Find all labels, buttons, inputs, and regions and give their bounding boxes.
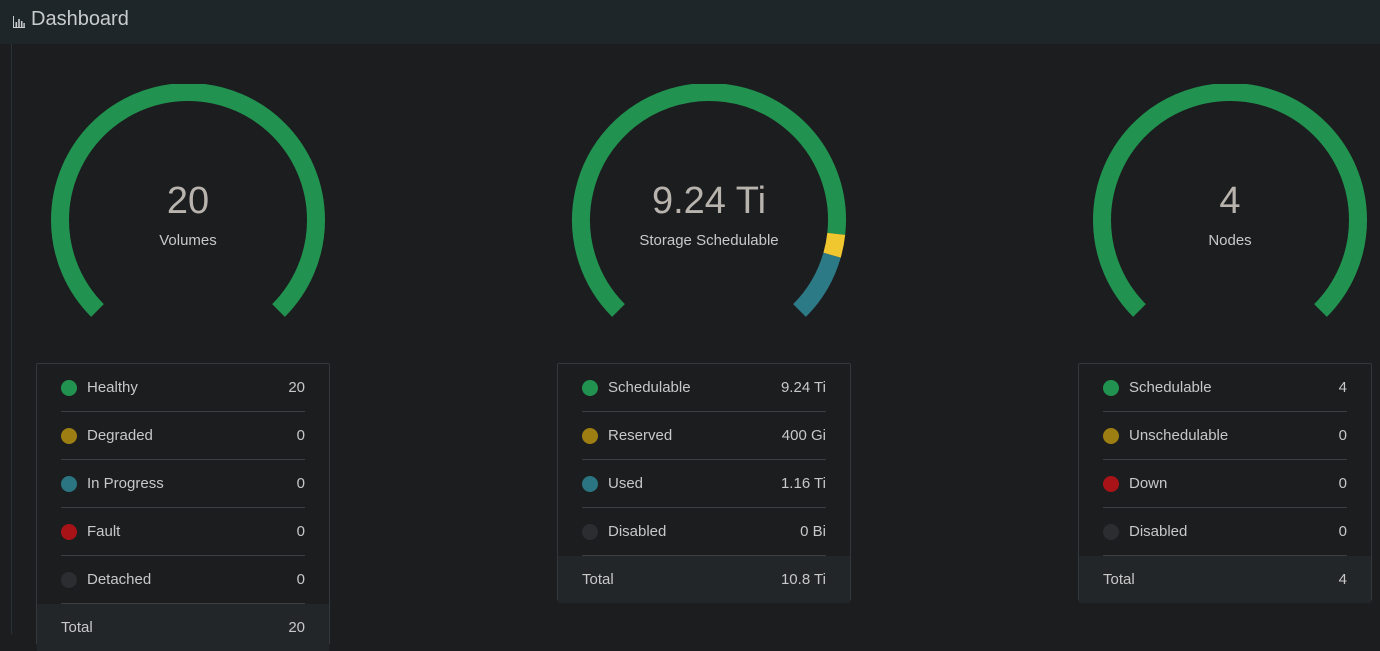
legend-value: 0 (1338, 475, 1347, 492)
legend-value: 0 (1338, 427, 1347, 444)
legend-label: Detached (87, 571, 152, 588)
status-dot-icon (1103, 475, 1119, 492)
bar-chart-icon (13, 15, 25, 28)
total-label: Total (61, 619, 93, 636)
legend-row-detached[interactable]: Detached 0 (61, 556, 305, 604)
total-label: Total (1103, 571, 1135, 588)
status-dot-icon (1103, 427, 1119, 444)
legend-value: 400 Gi (781, 427, 826, 444)
status-dot-icon (61, 571, 77, 588)
legend-value: 0 (296, 523, 305, 540)
legend-row-used[interactable]: Used 1.16 Ti (582, 460, 826, 508)
legend-label: Down (1129, 475, 1168, 492)
legend-value: 0 (296, 427, 305, 444)
legend-value: 9.24 Ti (780, 379, 826, 396)
legend-row-schedulable[interactable]: Schedulable 4 (1103, 364, 1347, 412)
legend-label: Schedulable (608, 379, 691, 396)
legend-row-in-progress[interactable]: In Progress 0 (61, 460, 305, 508)
legend-value: 0 Bi (800, 523, 826, 540)
storage-gauge[interactable]: 9.24 Ti Storage Schedulable (571, 84, 847, 320)
legend-row-down[interactable]: Down 0 (1103, 460, 1347, 508)
storage-schedulable-value: 9.24 Ti (651, 180, 767, 222)
legend-row-degraded[interactable]: Degraded 0 (61, 412, 305, 460)
legend-label: Reserved (608, 427, 673, 444)
status-dot-icon (582, 427, 598, 444)
nodes-gauge[interactable]: 4 Nodes (1092, 84, 1368, 320)
legend-label: Schedulable (1129, 379, 1212, 396)
legend-label: In Progress (87, 475, 164, 492)
legend-value: 0 (296, 571, 305, 588)
page-title: Dashboard (31, 8, 129, 30)
legend-label: Fault (87, 523, 121, 540)
legend-value: 20 (288, 379, 305, 396)
legend-row-disabled[interactable]: Disabled 0 (1103, 508, 1347, 556)
status-dot-icon (61, 475, 77, 492)
status-dot-icon (61, 427, 77, 444)
legend-label: Degraded (87, 427, 153, 444)
top-bar: Dashboard (0, 0, 1380, 44)
volumes-legend: Healthy 20 Degraded 0 In Progress 0 Faul… (36, 363, 330, 651)
legend-label: Disabled (1129, 523, 1188, 540)
legend-value: 0 (296, 475, 305, 492)
legend-value: 0 (1338, 523, 1347, 540)
total-value: 4 (1338, 571, 1347, 588)
legend-total-row: Total 20 (37, 604, 329, 651)
status-dot-icon (1103, 523, 1119, 540)
legend-value: 1.16 Ti (780, 475, 826, 492)
volumes-gauge[interactable]: 20 Volumes (50, 84, 326, 320)
nodes-legend: Schedulable 4 Unschedulable 0 Down 0 Dis… (1078, 363, 1372, 603)
total-label: Total (582, 571, 614, 588)
gauge-segment-used (792, 252, 841, 317)
legend-value: 4 (1338, 379, 1347, 396)
volumes-label: Volumes (159, 232, 217, 249)
status-dot-icon (1103, 379, 1119, 396)
legend-total-row: Total 10.8 Ti (558, 556, 850, 603)
legend-row-schedulable[interactable]: Schedulable 9.24 Ti (582, 364, 826, 412)
legend-row-healthy[interactable]: Healthy 20 (61, 364, 305, 412)
storage-schedulable-label: Storage Schedulable (639, 232, 779, 249)
legend-row-disabled[interactable]: Disabled 0 Bi (582, 508, 826, 556)
page-header: Dashboard (12, 8, 129, 31)
nodes-count: 4 (1219, 180, 1241, 222)
legend-row-fault[interactable]: Fault 0 (61, 508, 305, 556)
legend-label: Unschedulable (1129, 427, 1229, 444)
legend-label: Used (608, 475, 644, 492)
status-dot-icon (61, 523, 77, 540)
legend-row-reserved[interactable]: Reserved 400 Gi (582, 412, 826, 460)
status-dot-icon (582, 379, 598, 396)
status-dot-icon (61, 379, 77, 396)
storage-legend: Schedulable 9.24 Ti Reserved 400 Gi Used… (557, 363, 851, 603)
total-value: 10.8 Ti (780, 571, 826, 588)
legend-label: Healthy (87, 379, 138, 396)
legend-total-row: Total 4 (1079, 556, 1371, 603)
status-dot-icon (582, 523, 598, 540)
volumes-count: 20 (166, 180, 210, 222)
status-dot-icon (582, 475, 598, 492)
total-value: 20 (288, 619, 305, 636)
legend-label: Disabled (608, 523, 667, 540)
legend-row-unschedulable[interactable]: Unschedulable 0 (1103, 412, 1347, 460)
nodes-label: Nodes (1208, 232, 1252, 249)
